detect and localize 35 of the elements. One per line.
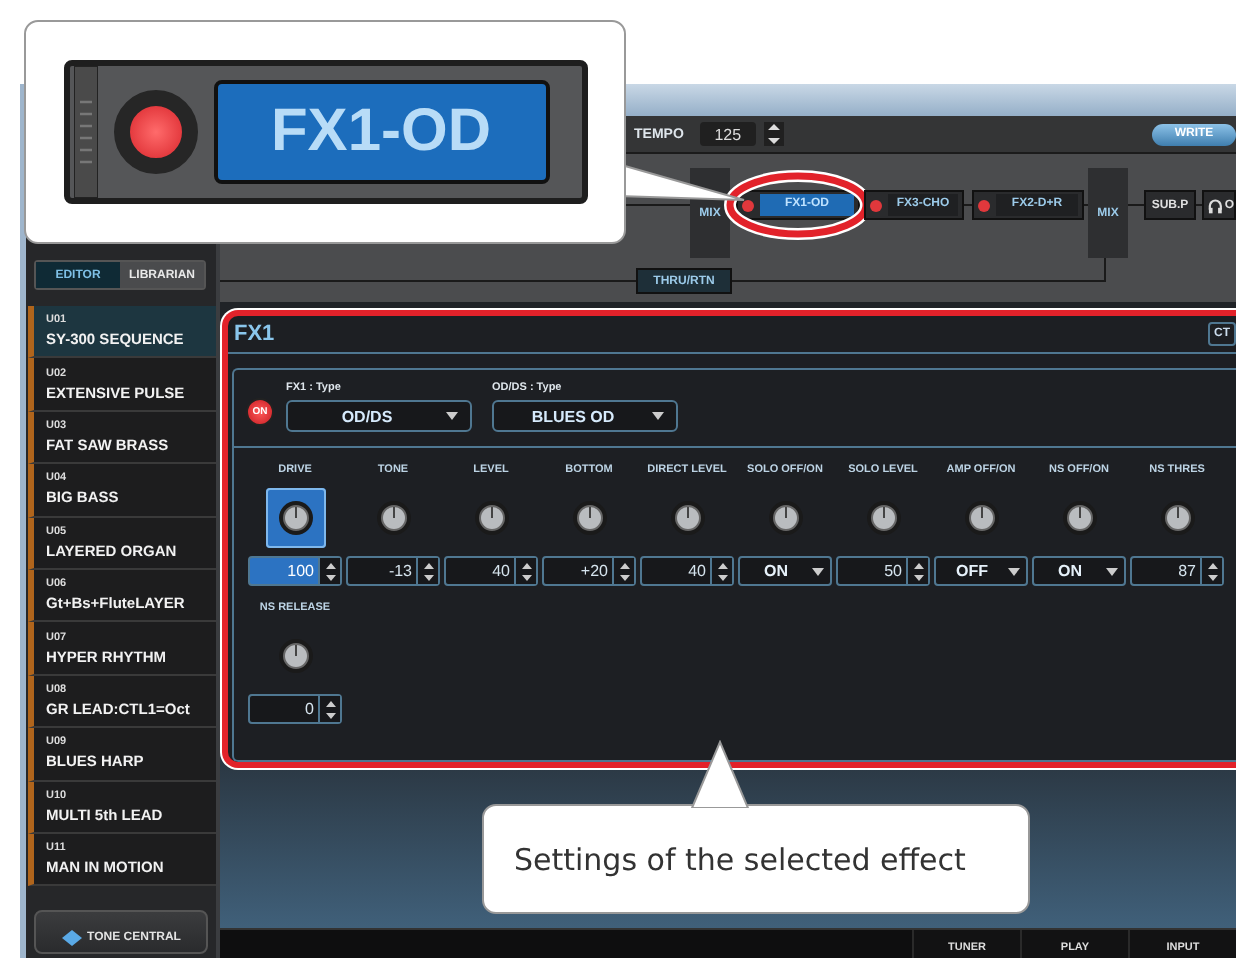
caret-icon bbox=[812, 567, 824, 575]
stepper-arrows-icon[interactable] bbox=[519, 559, 533, 583]
type-dropdown[interactable]: OD/DS bbox=[286, 400, 472, 432]
tempo-stepper[interactable] bbox=[763, 122, 784, 146]
value-field[interactable]: 100 bbox=[248, 556, 342, 586]
stepper-arrows-icon[interactable] bbox=[323, 559, 337, 583]
effect-label: FX1-OD bbox=[213, 80, 549, 184]
stepper-arrows-icon[interactable] bbox=[715, 559, 729, 583]
diamond-logo-icon bbox=[61, 930, 82, 946]
headphones-icon bbox=[1208, 197, 1223, 213]
stepper-arrows-icon[interactable] bbox=[911, 559, 925, 583]
stepper-arrows-icon[interactable] bbox=[617, 559, 631, 583]
grip-icon bbox=[73, 66, 97, 198]
callout-text: Settings of the selected effect bbox=[514, 841, 966, 877]
caret-icon bbox=[446, 412, 458, 420]
knob[interactable] bbox=[265, 488, 325, 548]
value-dropdown[interactable]: OFF bbox=[934, 556, 1028, 586]
type-dropdown[interactable]: BLUES OD bbox=[492, 400, 678, 432]
value-field[interactable]: -13 bbox=[346, 556, 440, 586]
value-field[interactable]: +20 bbox=[542, 556, 636, 586]
caret-icon bbox=[1008, 567, 1020, 575]
value-field[interactable]: 40 bbox=[444, 556, 538, 586]
value-field[interactable]: 40 bbox=[640, 556, 734, 586]
stepper-arrows-icon[interactable] bbox=[421, 559, 435, 583]
value-dropdown[interactable]: ON bbox=[738, 556, 832, 586]
value-field[interactable]: 50 bbox=[836, 556, 930, 586]
stepper-arrows-icon[interactable] bbox=[323, 697, 337, 721]
caret-icon bbox=[652, 412, 664, 420]
value-dropdown[interactable]: ON bbox=[1032, 556, 1126, 586]
panel-title: FX1 bbox=[234, 322, 275, 346]
tempo-field[interactable]: 125 bbox=[699, 122, 756, 146]
stepper-arrows-icon[interactable] bbox=[1205, 559, 1219, 583]
caret-icon bbox=[1106, 567, 1118, 575]
value-field[interactable]: 0 bbox=[248, 694, 342, 724]
value-field[interactable]: 87 bbox=[1130, 556, 1224, 586]
